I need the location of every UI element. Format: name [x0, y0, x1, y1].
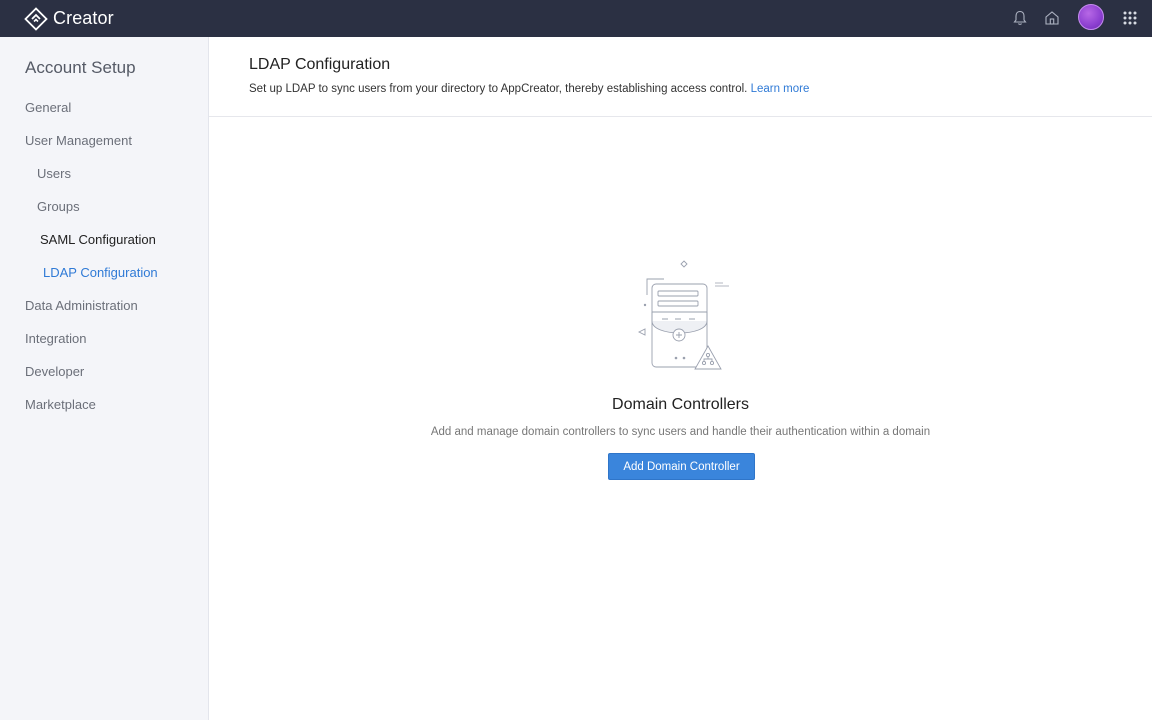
domain-controller-illustration-icon: [635, 257, 735, 377]
sidebar: Account Setup General User Management Us…: [0, 37, 209, 720]
creator-logo-icon: [24, 6, 48, 31]
avatar[interactable]: [1078, 4, 1104, 30]
sidebar-item-saml-configuration[interactable]: SAML Configuration: [40, 232, 156, 247]
sidebar-item-groups[interactable]: Groups: [37, 199, 80, 214]
empty-state-title: Domain Controllers: [612, 396, 749, 413]
sidebar-item-marketplace[interactable]: Marketplace: [25, 397, 96, 412]
sidebar-item-user-management[interactable]: User Management: [25, 133, 132, 148]
add-domain-controller-button[interactable]: Add Domain Controller: [608, 453, 755, 480]
page-description-text: Set up LDAP to sync users from your dire…: [249, 83, 748, 95]
sidebar-item-data-administration[interactable]: Data Administration: [25, 298, 138, 313]
empty-state: Domain Controllers Add and manage domain…: [209, 117, 1152, 720]
top-bar: Creator: [0, 0, 1152, 37]
app-name: Creator: [53, 8, 114, 28]
learn-more-link[interactable]: Learn more: [751, 83, 810, 95]
sidebar-title: Account Setup: [25, 58, 136, 77]
page-header: LDAP Configuration Set up LDAP to sync u…: [209, 37, 1152, 117]
sidebar-item-developer[interactable]: Developer: [25, 364, 84, 379]
page-description: Set up LDAP to sync users from your dire…: [249, 83, 809, 95]
sidebar-item-ldap-configuration[interactable]: LDAP Configuration: [43, 265, 158, 280]
sidebar-item-users[interactable]: Users: [37, 166, 71, 181]
bell-icon[interactable]: [1012, 10, 1028, 26]
brand[interactable]: Creator: [24, 6, 114, 31]
sidebar-item-integration[interactable]: Integration: [25, 331, 86, 346]
sidebar-item-general[interactable]: General: [25, 100, 71, 115]
page-title: LDAP Configuration: [249, 56, 391, 73]
home-icon[interactable]: [1044, 10, 1060, 26]
empty-state-description: Add and manage domain controllers to syn…: [430, 426, 931, 438]
apps-grid-icon[interactable]: [1122, 10, 1138, 26]
